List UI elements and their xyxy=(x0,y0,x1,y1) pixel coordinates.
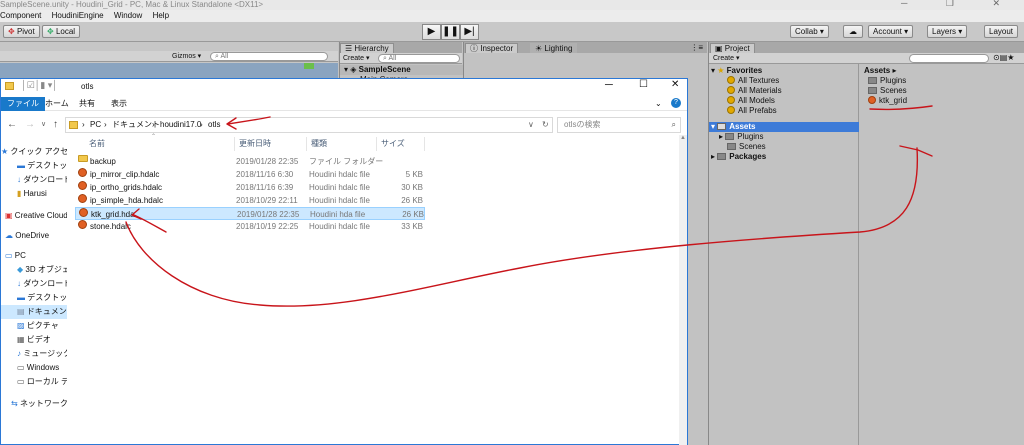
annotation-underline-ktk xyxy=(869,105,933,111)
annotation-arrow-otls xyxy=(227,116,271,125)
annotation-arrowhead-project xyxy=(899,145,933,157)
annotation-drag-curve xyxy=(125,147,919,307)
annotation-overlay xyxy=(125,105,933,307)
